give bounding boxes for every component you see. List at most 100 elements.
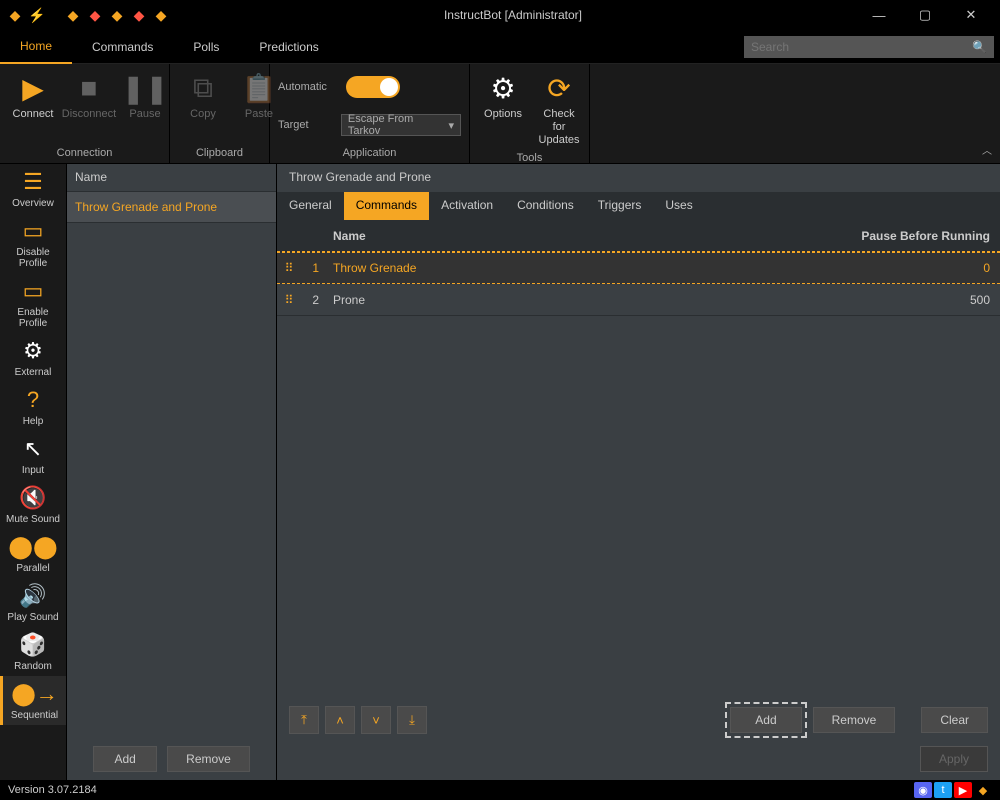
tab-commands-sub[interactable]: Commands bbox=[344, 192, 429, 220]
ribbon: ▶ Connect ■ Disconnect ❚❚ Pause Connecti… bbox=[0, 64, 1000, 164]
commands-table: Name Pause Before Running ⠿ 1 Throw Gren… bbox=[277, 220, 1000, 694]
sidebar-random[interactable]: 🎲Random bbox=[0, 627, 66, 676]
drag-handle-icon[interactable]: ⠿ bbox=[277, 261, 301, 275]
play-icon: ▶ bbox=[15, 70, 51, 106]
apply-button[interactable]: Apply bbox=[920, 746, 988, 772]
sound-icon: 🔊 bbox=[16, 582, 50, 610]
close-button[interactable]: ✕ bbox=[948, 0, 994, 30]
copy-button[interactable]: ⧉ Copy bbox=[178, 68, 228, 123]
options-button[interactable]: ⚙ Options bbox=[478, 68, 528, 123]
tab-triggers[interactable]: Triggers bbox=[586, 192, 654, 220]
application-label: Application bbox=[278, 145, 461, 161]
content-tabs: General Commands Activation Conditions T… bbox=[277, 192, 1000, 220]
col-name: Name bbox=[327, 229, 840, 243]
list-add-button[interactable]: Add bbox=[93, 746, 157, 772]
drag-handle-icon[interactable]: ⠿ bbox=[277, 293, 301, 307]
content-add-button[interactable]: Add bbox=[730, 707, 801, 733]
main-tabs: Home Commands Polls Predictions 🔍 bbox=[0, 30, 1000, 64]
sidebar-play-sound[interactable]: 🔊Play Sound bbox=[0, 578, 66, 627]
badge-icon-4: ◆ bbox=[108, 6, 126, 24]
automatic-label: Automatic bbox=[278, 81, 338, 93]
target-label: Target bbox=[278, 119, 333, 131]
maximize-button[interactable]: ▢ bbox=[902, 0, 948, 30]
clipboard-label: Clipboard bbox=[178, 145, 261, 161]
list-item[interactable]: Throw Grenade and Prone bbox=[67, 192, 276, 223]
badge-icon-5: ◆ bbox=[130, 6, 148, 24]
sidebar-input[interactable]: ↖Input bbox=[0, 431, 66, 480]
tab-uses[interactable]: Uses bbox=[653, 192, 704, 220]
move-bottom-button[interactable]: ⤓ bbox=[397, 706, 427, 734]
parallel-icon: ⬤⬤ bbox=[16, 533, 50, 561]
badge-icon-3: ◆ bbox=[86, 6, 104, 24]
table-header: Name Pause Before Running bbox=[277, 220, 1000, 252]
move-down-button[interactable]: ˅ bbox=[361, 706, 391, 734]
disconnect-button[interactable]: ■ Disconnect bbox=[64, 68, 114, 123]
badge-icon-2: ◆ bbox=[64, 6, 82, 24]
tab-activation[interactable]: Activation bbox=[429, 192, 505, 220]
move-top-button[interactable]: ⤒ bbox=[289, 706, 319, 734]
ribbon-clipboard: ⧉ Copy 📋 Paste Clipboard bbox=[170, 64, 270, 163]
disable-profile-icon: ▭ bbox=[16, 217, 50, 245]
app-status-icon[interactable]: ◆ bbox=[974, 782, 992, 798]
tab-general[interactable]: General bbox=[277, 192, 344, 220]
sidebar-mute-sound[interactable]: 🔇Mute Sound bbox=[0, 480, 66, 529]
overview-icon: ☰ bbox=[16, 168, 50, 196]
window-controls: — ▢ ✕ bbox=[856, 0, 994, 30]
stop-icon: ■ bbox=[71, 70, 107, 106]
clear-button[interactable]: Clear bbox=[921, 707, 988, 733]
sidebar-overview[interactable]: ☰Overview bbox=[0, 164, 66, 213]
ribbon-collapse-icon[interactable]: ︿ bbox=[982, 142, 992, 157]
chevron-down-icon: ▾ bbox=[448, 119, 454, 132]
discord-icon[interactable]: ◉ bbox=[914, 782, 932, 798]
dice-icon: 🎲 bbox=[16, 631, 50, 659]
tab-predictions[interactable]: Predictions bbox=[239, 30, 338, 64]
tools-label: Tools bbox=[478, 150, 581, 166]
sidebar-external[interactable]: ⚙External bbox=[0, 333, 66, 382]
mute-icon: 🔇 bbox=[16, 484, 50, 512]
content-remove-button[interactable]: Remove bbox=[813, 707, 896, 733]
titlebar-icons: ◆ ⚡ ◆ ◆ ◆ ◆ ◆ bbox=[6, 6, 170, 24]
connect-button[interactable]: ▶ Connect bbox=[8, 68, 58, 123]
move-up-button[interactable]: ˄ bbox=[325, 706, 355, 734]
sidebar-parallel[interactable]: ⬤⬤Parallel bbox=[0, 529, 66, 578]
youtube-icon[interactable]: ▶ bbox=[954, 782, 972, 798]
add-highlight: Add bbox=[725, 702, 806, 738]
profile-list-panel: Name Throw Grenade and Prone Add Remove bbox=[67, 164, 277, 780]
search-input[interactable] bbox=[751, 40, 972, 54]
tab-polls[interactable]: Polls bbox=[173, 30, 239, 64]
sidebar: ☰Overview ▭Disable Profile ▭Enable Profi… bbox=[0, 164, 67, 780]
tab-commands[interactable]: Commands bbox=[72, 30, 173, 64]
copy-icon: ⧉ bbox=[185, 70, 221, 106]
sidebar-sequential[interactable]: ⬤→Sequential bbox=[0, 676, 66, 725]
content-bottom-bar: ⤒ ˄ ˅ ⤓ Add Remove Clear bbox=[277, 694, 1000, 746]
input-icon: ↖ bbox=[16, 435, 50, 463]
target-select[interactable]: Escape From Tarkov ▾ bbox=[341, 114, 461, 136]
sidebar-help[interactable]: ?Help bbox=[0, 382, 66, 431]
ribbon-application: Automatic Target Escape From Tarkov ▾ Ap… bbox=[270, 64, 470, 163]
table-row[interactable]: ⠿ 2 Prone 500 bbox=[277, 284, 1000, 316]
tab-home[interactable]: Home bbox=[0, 30, 72, 64]
table-row[interactable]: ⠿ 1 Throw Grenade 0 bbox=[277, 252, 1000, 284]
tab-conditions[interactable]: Conditions bbox=[505, 192, 586, 220]
version-label: Version 3.07.2184 bbox=[8, 784, 97, 796]
search-box[interactable]: 🔍 bbox=[744, 36, 994, 58]
pause-button[interactable]: ❚❚ Pause bbox=[120, 68, 170, 123]
badge-icon-6: ◆ bbox=[152, 6, 170, 24]
title-bar: ◆ ⚡ ◆ ◆ ◆ ◆ ◆ InstructBot [Administrator… bbox=[0, 0, 1000, 30]
ribbon-tools: ⚙ Options ⟳ Check for Updates Tools bbox=[470, 64, 590, 163]
twitter-icon[interactable]: t bbox=[934, 782, 952, 798]
automatic-toggle[interactable] bbox=[346, 76, 400, 98]
check-updates-button[interactable]: ⟳ Check for Updates bbox=[534, 68, 584, 150]
ribbon-connection: ▶ Connect ■ Disconnect ❚❚ Pause Connecti… bbox=[0, 64, 170, 163]
external-icon: ⚙ bbox=[16, 337, 50, 365]
paste-icon: 📋 bbox=[241, 70, 277, 106]
window-title: InstructBot [Administrator] bbox=[170, 8, 856, 22]
app-icon: ◆ bbox=[6, 6, 24, 24]
sidebar-enable-profile[interactable]: ▭Enable Profile bbox=[0, 273, 66, 333]
sequential-icon: ⬤→ bbox=[18, 680, 52, 708]
status-bar: Version 3.07.2184 ◉ t ▶ ◆ bbox=[0, 780, 1000, 800]
minimize-button[interactable]: — bbox=[856, 0, 902, 30]
help-icon: ? bbox=[16, 386, 50, 414]
list-remove-button[interactable]: Remove bbox=[167, 746, 250, 772]
sidebar-disable-profile[interactable]: ▭Disable Profile bbox=[0, 213, 66, 273]
